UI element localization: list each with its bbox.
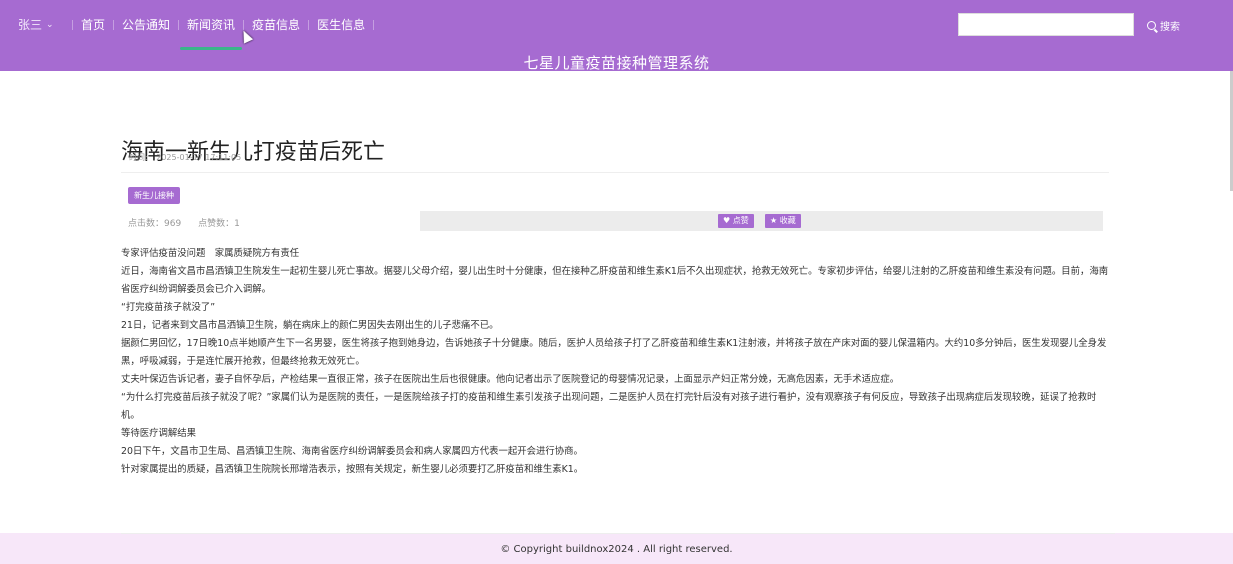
article-paragraph: 21日，记者来到文昌市昌洒镇卫生院，躺在病床上的颜仁男因失去刚出生的儿子悲痛不已…: [121, 320, 499, 331]
like-count: 点赞数：1: [198, 219, 240, 229]
action-bar: [420, 211, 1103, 231]
article-paragraph: 专家评估疫苗没问题 家属质疑院方有责任: [121, 248, 300, 259]
user-name: 张三: [18, 18, 43, 32]
nav-divider: [373, 19, 375, 30]
article-paragraph: 丈夫叶保迈告诉记者，妻子自怀孕后，产检结果一直很正常，孩子在医院出生后也很健康。…: [121, 374, 900, 385]
divider: [121, 172, 1109, 173]
nav-item-doctors[interactable]: 医生信息: [317, 16, 365, 33]
nav-divider: [308, 19, 310, 30]
footer-divider: [121, 533, 1115, 534]
time-label: 时间:: [129, 153, 148, 162]
article-paragraph: 近日，海南省文昌市昌洒镇卫生院发生一起初生婴儿死亡事故。据婴儿父母介绍，婴儿出生…: [121, 266, 1109, 295]
like-button[interactable]: ♥ 点赞: [718, 214, 754, 228]
article-paragraph: “为什么打完疫苗后孩子就没了呢？”家属们认为是医院的责任，一是医院给孩子打的疫苗…: [121, 392, 1097, 421]
nav-item-home[interactable]: 首页: [81, 16, 105, 33]
nav-divider: [243, 19, 245, 30]
article-paragraph: 等待医疗调解结果: [121, 428, 197, 439]
nav-divider: [72, 19, 73, 30]
search-button[interactable]: 搜索: [1147, 18, 1180, 33]
search-button-label: 搜索: [1160, 22, 1180, 33]
time-value: 2025-01-17 17:11:05: [156, 153, 242, 162]
article-time: 时间: 2025-01-17 17:11:05: [129, 152, 241, 163]
article-paragraph: “打完疫苗孩子就没了”: [121, 302, 216, 313]
click-count: 点击数：969: [128, 219, 182, 229]
category-tag[interactable]: 新生儿接种: [128, 187, 180, 204]
article-stats: 点击数：969 点赞数：1: [128, 216, 254, 229]
copyright-text: © Copyright buildnox2024 . All right res…: [500, 544, 733, 555]
article-paragraph: 据颜仁男回忆，17日晚10点半她顺产生下一名男婴，医生将孩子抱到她身边，告诉她孩…: [121, 338, 1107, 367]
nav-item-notices[interactable]: 公告通知: [122, 16, 170, 33]
nav-item-news[interactable]: 新闻资讯: [180, 16, 243, 50]
article-content: 专家评估疫苗没问题 家属质疑院方有责任 近日，海南省文昌市昌洒镇卫生院发生一起初…: [121, 245, 1109, 485]
search-icon: [1147, 21, 1156, 30]
site-title: 七星儿童疫苗接种管理系统: [523, 54, 710, 72]
nav-divider: [178, 19, 180, 30]
article-paragraph: 针对家属提出的质疑，昌洒镇卫生院院长邢增浩表示，按照有关规定，新生婴儿必须要打乙…: [121, 464, 584, 475]
favorite-button[interactable]: ★ 收藏: [765, 214, 801, 228]
chevron-down-icon: ⌄: [46, 19, 54, 30]
nav-divider: [113, 19, 115, 30]
article-paragraph: 20日下午，文昌市卫生局、昌洒镇卫生院、海南省医疗纠纷调解委员会和病人家属四方代…: [121, 446, 583, 457]
main-nav: 首页 公告通知 新闻资讯 疫苗信息 医生信息: [64, 16, 382, 50]
nav-item-vaccines[interactable]: 疫苗信息: [252, 16, 300, 33]
search-input[interactable]: [958, 13, 1134, 36]
top-header: 张三 ⌄ 首页 公告通知 新闻资讯 疫苗信息 医生信息 搜索 七星儿童疫苗接种管…: [0, 0, 1233, 72]
user-menu[interactable]: 张三 ⌄: [18, 16, 54, 33]
